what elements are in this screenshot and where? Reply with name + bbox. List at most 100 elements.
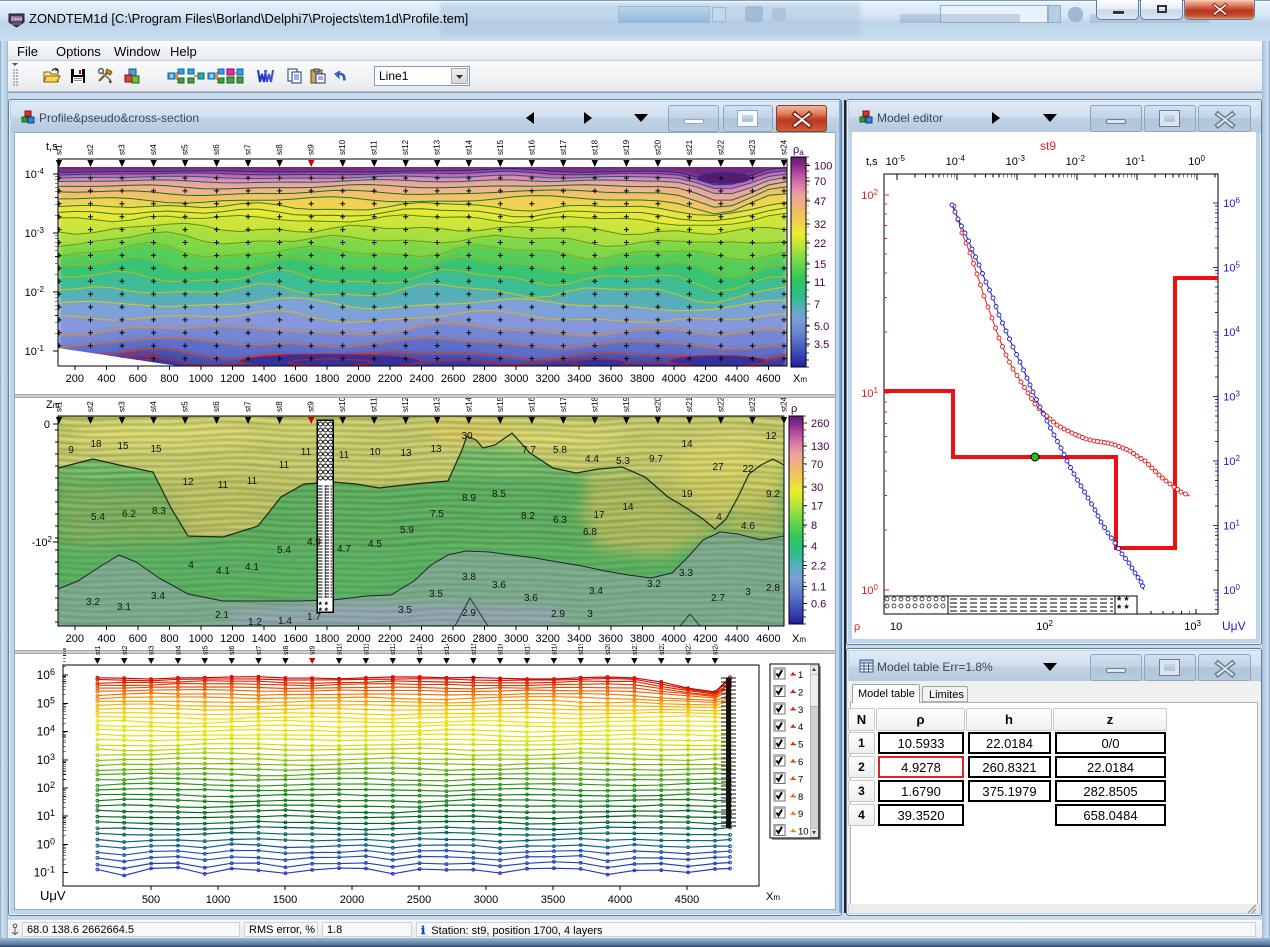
- svg-text:100: 100: [1223, 583, 1240, 597]
- svg-text:3.3: 3.3: [679, 568, 693, 579]
- svg-text:st8: st8: [283, 646, 290, 655]
- svg-text:st6: st6: [212, 401, 221, 412]
- svg-text:4600: 4600: [756, 373, 780, 385]
- svg-text:105: 105: [37, 695, 55, 710]
- svg-text:101: 101: [1223, 519, 1240, 533]
- svg-text:4.1: 4.1: [245, 562, 259, 573]
- svg-text:500: 500: [142, 894, 160, 906]
- svg-text:130: 130: [811, 441, 829, 453]
- svg-text:st6: st6: [229, 646, 236, 655]
- svg-text:st6: st6: [212, 144, 221, 155]
- svg-text:st11: st11: [363, 644, 370, 655]
- svg-text:st5: st5: [181, 144, 190, 155]
- svg-text:15: 15: [150, 444, 162, 455]
- svg-text:5.0: 5.0: [814, 321, 829, 333]
- svg-text:1500: 1500: [273, 894, 297, 906]
- svg-text:8: 8: [798, 792, 803, 803]
- svg-text:2: 2: [798, 687, 803, 698]
- svg-text:3500: 3500: [541, 894, 565, 906]
- svg-text:st7: st7: [244, 401, 253, 412]
- svg-text:13: 13: [400, 448, 412, 459]
- svg-text:7.7: 7.7: [522, 445, 536, 456]
- svg-text:8.2: 8.2: [521, 511, 535, 522]
- svg-text:st23: st23: [748, 139, 757, 155]
- svg-text:1600: 1600: [283, 373, 307, 385]
- svg-text:st12: st12: [390, 644, 397, 655]
- svg-text:2.1: 2.1: [215, 610, 229, 621]
- svg-text:st24: st24: [713, 644, 720, 655]
- svg-text:3.5: 3.5: [814, 339, 829, 351]
- svg-text:st8: st8: [275, 401, 284, 412]
- svg-text:st9: st9: [307, 401, 316, 412]
- svg-text:st3: st3: [118, 144, 127, 155]
- svg-text:7: 7: [814, 299, 820, 311]
- svg-text:st11: st11: [370, 398, 379, 412]
- svg-text:UμV: UμV: [40, 888, 66, 903]
- svg-text:2500: 2500: [407, 894, 431, 906]
- svg-text:st21: st21: [632, 644, 639, 655]
- svg-text:4: 4: [798, 722, 803, 733]
- svg-text:10: 10: [369, 447, 381, 458]
- svg-text:st24: st24: [780, 398, 789, 412]
- svg-text:3.6: 3.6: [492, 580, 506, 591]
- svg-text:2000: 2000: [340, 894, 364, 906]
- svg-text:st5: st5: [202, 646, 209, 655]
- svg-text:4500: 4500: [675, 894, 699, 906]
- svg-text:2600: 2600: [441, 373, 465, 385]
- svg-text:st16: st16: [527, 398, 536, 412]
- svg-text:2.9: 2.9: [462, 608, 476, 619]
- svg-text:5.3: 5.3: [616, 456, 630, 467]
- svg-text:st3: st3: [149, 646, 156, 655]
- svg-text:32: 32: [814, 219, 826, 231]
- svg-text:st16: st16: [498, 644, 505, 655]
- svg-text:5.4: 5.4: [277, 545, 291, 556]
- svg-text:4: 4: [716, 512, 722, 523]
- svg-text:st14: st14: [464, 398, 473, 412]
- svg-text:st15: st15: [496, 398, 505, 412]
- svg-text:st15: st15: [471, 644, 478, 655]
- svg-text:ρ: ρ: [791, 403, 797, 415]
- svg-text:st12: st12: [401, 139, 410, 155]
- svg-text:3800: 3800: [630, 373, 654, 385]
- svg-text:st7: st7: [256, 646, 263, 655]
- svg-text:1200: 1200: [220, 373, 244, 385]
- svg-text:70: 70: [811, 459, 823, 471]
- svg-text:st1: st1: [95, 646, 102, 655]
- svg-text:st17: st17: [525, 644, 532, 655]
- svg-text:st20: st20: [653, 398, 662, 412]
- svg-text:17: 17: [811, 501, 823, 513]
- svg-text:3200: 3200: [535, 373, 559, 385]
- svg-text:11: 11: [247, 476, 258, 487]
- svg-text:10-4: 10-4: [25, 167, 45, 181]
- svg-text:106: 106: [37, 667, 55, 682]
- svg-text:8: 8: [811, 520, 817, 532]
- svg-text:st10: st10: [338, 139, 347, 155]
- svg-text:4.4: 4.4: [585, 454, 599, 465]
- svg-text:800: 800: [160, 373, 178, 385]
- svg-text:12: 12: [182, 477, 194, 488]
- svg-text:10-1: 10-1: [25, 344, 45, 358]
- svg-text:6.3: 6.3: [553, 515, 567, 526]
- svg-text:15: 15: [814, 259, 826, 271]
- svg-text:st7: st7: [244, 144, 253, 155]
- svg-text:1.4: 1.4: [278, 616, 292, 627]
- svg-text:st10: st10: [337, 644, 344, 655]
- svg-text:st14: st14: [464, 139, 473, 155]
- svg-text:11: 11: [301, 447, 312, 458]
- svg-text:3.4: 3.4: [589, 586, 603, 597]
- svg-text:30: 30: [811, 482, 823, 494]
- svg-text:st19: st19: [622, 139, 631, 155]
- svg-text:st12: st12: [401, 398, 410, 412]
- svg-text:10: 10: [890, 621, 902, 633]
- svg-text:103: 103: [37, 752, 55, 767]
- svg-text:st13: st13: [417, 644, 424, 655]
- svg-text:st11: st11: [370, 140, 379, 155]
- svg-text:st2: st2: [86, 144, 95, 155]
- svg-text:9: 9: [68, 445, 74, 456]
- svg-text:st10: st10: [338, 398, 347, 412]
- svg-text:0: 0: [44, 419, 50, 431]
- svg-text:103: 103: [1223, 390, 1240, 404]
- svg-text:10-2: 10-2: [1066, 154, 1086, 168]
- svg-text:102: 102: [1223, 454, 1240, 468]
- svg-text:4.9: 4.9: [307, 537, 321, 548]
